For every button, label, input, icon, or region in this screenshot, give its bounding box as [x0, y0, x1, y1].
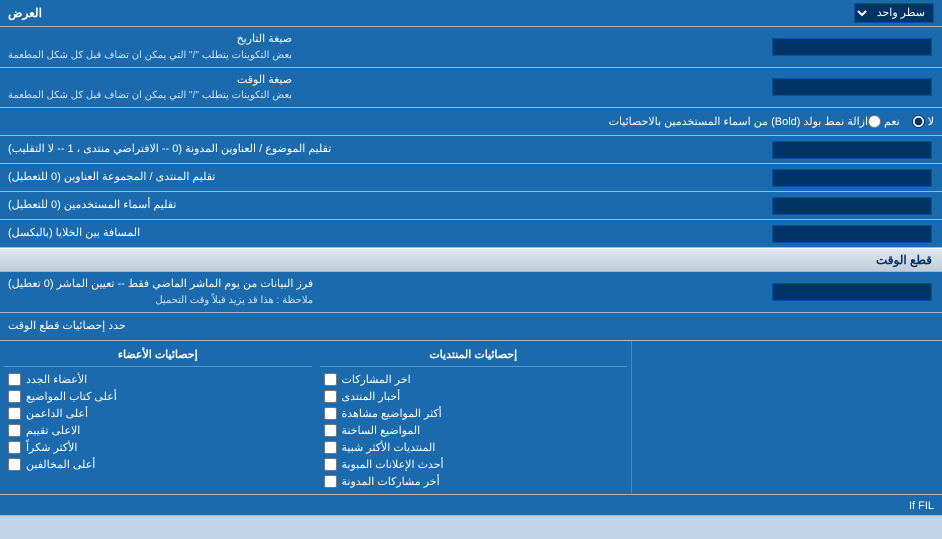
last-shared-item: أخر مشاركات المدونة — [320, 473, 628, 490]
most-viewed-checkbox[interactable] — [324, 407, 337, 420]
top-raters-item: الاعلى تقييم — [4, 422, 312, 439]
cutoff-label: فرز البيانات من يوم الماشر الماضي فقط --… — [0, 272, 762, 312]
last-posts-checkbox[interactable] — [324, 373, 337, 386]
bold-yes-radio[interactable] — [868, 115, 881, 128]
bold-radio-label: ازالة نمط بولد (Bold) من اسماء المستخدمي… — [8, 115, 868, 128]
recent-ads-label: أحدث الإعلانات المبوبة — [342, 458, 444, 471]
stats-title-label: حدد إحصائيات قطع الوقت — [0, 313, 942, 340]
topics-titles-label: تقليم الموضوع / العناوين المدونة (0 -- ا… — [0, 136, 762, 163]
top-posters-item: أعلى كتاب المواضيع — [4, 388, 312, 405]
forum-titles-row: 33 تقليم المنتدى / المجموعة العناوين (0 … — [0, 164, 942, 192]
most-thanks-item: الأكثر شكراً — [4, 439, 312, 456]
top-posters-label: أعلى كتاب المواضيع — [26, 390, 117, 403]
cells-gap-row: 2 المسافة بين الخلايا (بالبكسل) — [0, 220, 942, 248]
stats-empty-col — [632, 341, 942, 494]
last-shared-label: أخر مشاركات المدونة — [342, 475, 440, 488]
top-visitors-label: أعلى المخالفين — [26, 458, 95, 471]
time-format-label: صيغة الوقت بعض التكوينات يتطلب "/" التي … — [0, 68, 762, 108]
bold-yes-option[interactable]: نعم — [868, 115, 900, 128]
old-topics-label: المواضيع الساخنة — [342, 424, 421, 437]
recent-ads-checkbox[interactable] — [324, 458, 337, 471]
date-format-input-wrapper[interactable]: d-m — [762, 27, 942, 67]
topics-titles-row: 33 تقليم الموضوع / العناوين المدونة (0 -… — [0, 136, 942, 164]
cutoff-section-header: قطع الوقت — [0, 248, 942, 272]
most-thanks-label: الأكثر شكراً — [26, 441, 77, 454]
topics-titles-input[interactable]: 33 — [772, 141, 932, 159]
time-format-input-wrapper[interactable]: H:i — [762, 68, 942, 108]
similar-forums-item: المنتديات الأكثر شبية — [320, 439, 628, 456]
display-select[interactable]: سطر واحد سطران ثلاثة أسطر — [854, 3, 934, 23]
cutoff-row: 0 فرز البيانات من يوم الماشر الماضي فقط … — [0, 272, 942, 313]
top-donors-checkbox[interactable] — [8, 407, 21, 420]
display-select-wrapper[interactable]: سطر واحد سطران ثلاثة أسطر — [854, 3, 934, 23]
forum-stats-col: إحصائيات المنتديات اخر المشاركات أخبار ا… — [316, 341, 633, 494]
cutoff-input[interactable]: 0 — [772, 283, 932, 301]
last-posts-label: اخر المشاركات — [342, 373, 411, 386]
old-topics-item: المواضيع الساخنة — [320, 422, 628, 439]
members-stats-col: إحصائيات الأعضاء الأعضاء الجدد أعلى كتاب… — [0, 341, 316, 494]
header-row: سطر واحد سطران ثلاثة أسطر العرض — [0, 0, 942, 27]
forum-news-label: أخبار المنتدى — [342, 390, 401, 403]
last-posts-item: اخر المشاركات — [320, 371, 628, 388]
stats-title-row: حدد إحصائيات قطع الوقت — [0, 313, 942, 341]
bold-yes-label: نعم — [884, 115, 900, 128]
time-format-row: H:i صيغة الوقت بعض التكوينات يتطلب "/" ا… — [0, 68, 942, 109]
forum-news-item: أخبار المنتدى — [320, 388, 628, 405]
new-members-label: الأعضاء الجدد — [26, 373, 87, 386]
top-donors-label: أعلى الداعمن — [26, 407, 88, 420]
usernames-row: 0 تقليم أسماء المستخدمين (0 للتعطيل) — [0, 192, 942, 220]
usernames-input-wrapper[interactable]: 0 — [762, 192, 942, 219]
usernames-input[interactable]: 0 — [772, 197, 932, 215]
main-container: سطر واحد سطران ثلاثة أسطر العرض d-m صيغة… — [0, 0, 942, 516]
header-title: العرض — [8, 6, 42, 20]
forum-stats-title: إحصائيات المنتديات — [320, 345, 628, 367]
last-shared-checkbox[interactable] — [324, 475, 337, 488]
stats-grid: إحصائيات المنتديات اخر المشاركات أخبار ا… — [0, 341, 942, 495]
recent-ads-item: أحدث الإعلانات المبوبة — [320, 456, 628, 473]
bottom-note: If FIL — [0, 495, 942, 516]
new-members-item: الأعضاء الجدد — [4, 371, 312, 388]
new-members-checkbox[interactable] — [8, 373, 21, 386]
date-format-label: صيغة التاريخ بعض التكوينات يتطلب "/" الت… — [0, 27, 762, 67]
top-visitors-item: أعلى المخالفين — [4, 456, 312, 473]
cells-gap-label: المسافة بين الخلايا (بالبكسل) — [0, 220, 762, 247]
bold-no-label: لا — [928, 115, 934, 128]
forum-titles-label: تقليم المنتدى / المجموعة العناوين (0 للت… — [0, 164, 762, 191]
most-viewed-item: أكثر المواضيع مشاهدة — [320, 405, 628, 422]
date-format-input[interactable]: d-m — [772, 38, 932, 56]
bold-radio-row: نعم لا ازالة نمط بولد (Bold) من اسماء ال… — [0, 108, 942, 136]
most-viewed-label: أكثر المواضيع مشاهدة — [342, 407, 442, 420]
members-stats-title: إحصائيات الأعضاء — [4, 345, 312, 367]
top-donors-item: أعلى الداعمن — [4, 405, 312, 422]
cells-gap-input[interactable]: 2 — [772, 225, 932, 243]
similar-forums-label: المنتديات الأكثر شبية — [342, 441, 436, 454]
forum-titles-input-wrapper[interactable]: 33 — [762, 164, 942, 191]
date-format-row: d-m صيغة التاريخ بعض التكوينات يتطلب "/"… — [0, 27, 942, 68]
top-visitors-checkbox[interactable] — [8, 458, 21, 471]
bold-no-radio[interactable] — [912, 115, 925, 128]
top-raters-checkbox[interactable] — [8, 424, 21, 437]
old-topics-checkbox[interactable] — [324, 424, 337, 437]
cutoff-input-wrapper[interactable]: 0 — [762, 272, 942, 312]
forum-news-checkbox[interactable] — [324, 390, 337, 403]
top-posters-checkbox[interactable] — [8, 390, 21, 403]
most-thanks-checkbox[interactable] — [8, 441, 21, 454]
usernames-label: تقليم أسماء المستخدمين (0 للتعطيل) — [0, 192, 762, 219]
topics-titles-input-wrapper[interactable]: 33 — [762, 136, 942, 163]
bottom-note-text: If FIL — [909, 500, 934, 512]
cells-gap-input-wrapper[interactable]: 2 — [762, 220, 942, 247]
similar-forums-checkbox[interactable] — [324, 441, 337, 454]
bold-no-option[interactable]: لا — [912, 115, 934, 128]
time-format-input[interactable]: H:i — [772, 78, 932, 96]
bold-radio-options: نعم لا — [868, 115, 934, 128]
cutoff-section-title: قطع الوقت — [876, 253, 932, 267]
forum-titles-input[interactable]: 33 — [772, 169, 932, 187]
top-raters-label: الاعلى تقييم — [26, 424, 80, 437]
